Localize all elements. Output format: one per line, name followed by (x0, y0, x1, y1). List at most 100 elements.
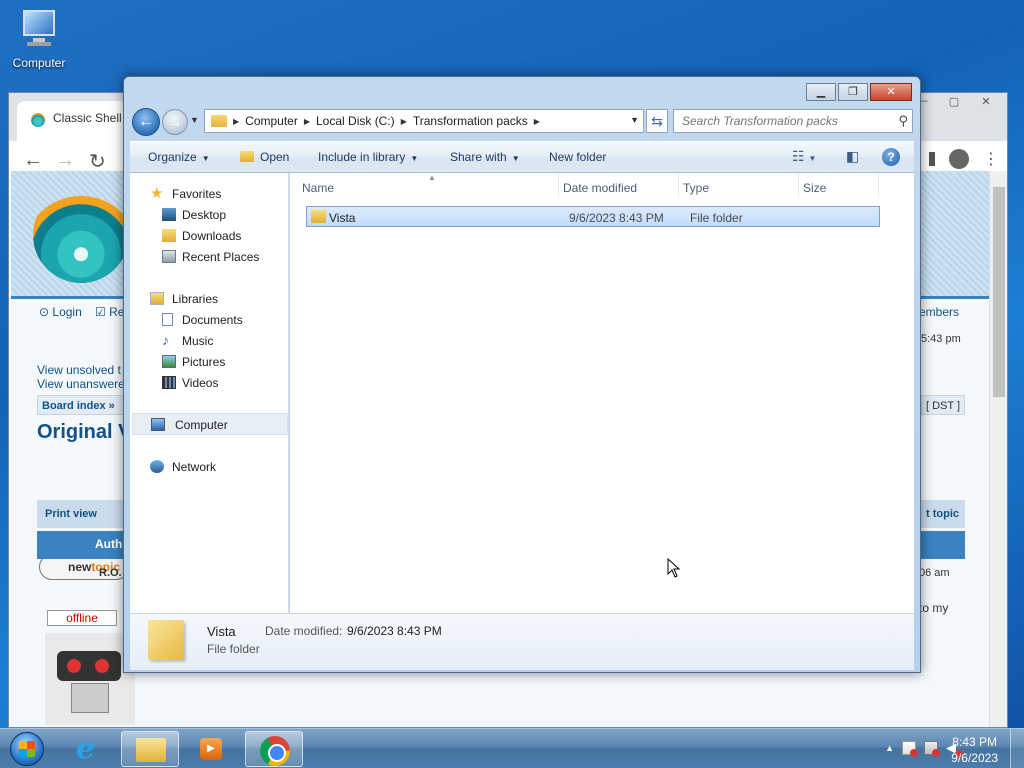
libraries-icon (150, 292, 164, 305)
search-box[interactable]: ⚲ (673, 109, 913, 133)
taskbar-windows-explorer[interactable] (121, 731, 179, 767)
clock[interactable]: 8:43 PM 9/6/2023 (951, 734, 998, 766)
change-view-icon[interactable]: ☷ ▼ (792, 148, 816, 165)
browser-tab-title: Classic Shell (53, 111, 122, 125)
search-input[interactable] (674, 110, 884, 132)
members-link[interactable]: embers (919, 305, 959, 319)
nav-pictures-label: Pictures (182, 355, 226, 369)
nav-music-label: Music (182, 334, 214, 348)
navigation-pane: ★ Favorites Desktop Downloads Recent Pla… (130, 173, 289, 613)
user-avatar (45, 633, 135, 725)
network-icon (150, 460, 164, 473)
column-name[interactable]: Name (302, 181, 334, 195)
recent-pages-dropdown-icon[interactable]: ▼ (190, 115, 199, 125)
file-list[interactable]: Name ▲ Date modified Type Size Vista 9/6… (290, 173, 914, 613)
folder-icon (211, 115, 227, 127)
open-button[interactable]: Open (240, 150, 289, 164)
share-with-button[interactable]: Share with ▼ (450, 150, 520, 164)
nav-recent-places[interactable]: Recent Places (130, 246, 288, 267)
folder-icon (311, 210, 326, 223)
login-link[interactable]: ⊙ Login (39, 305, 82, 319)
browser-scrollbar[interactable] (989, 171, 1007, 727)
post-topic-link[interactable]: t topic (926, 508, 959, 520)
close-button[interactable]: ✕ (870, 83, 912, 101)
taskbar-chrome[interactable] (245, 731, 303, 767)
post-time-text: 06 am (919, 567, 950, 579)
address-bar[interactable]: ▶ Computer ▶ Local Disk (C:) ▶ Transform… (204, 109, 644, 133)
browser-profile-icon[interactable] (949, 149, 969, 169)
videos-icon (162, 376, 176, 389)
help-button[interactable]: ? (882, 148, 900, 166)
post-author-name[interactable]: R.O. (99, 567, 122, 579)
nav-videos[interactable]: Videos (130, 372, 288, 393)
search-icon[interactable]: ⚲ (898, 113, 908, 129)
nav-documents-label: Documents (182, 313, 243, 327)
chrome-icon (260, 736, 290, 766)
music-icon: ♪ (162, 332, 169, 348)
view-unsolved-link[interactable]: View unsolved t (37, 363, 121, 377)
topic-title: Original V (37, 421, 132, 443)
system-tray: ▲ ◀ (885, 741, 963, 758)
nav-computer[interactable]: Computer (132, 413, 288, 435)
column-type[interactable]: Type (683, 181, 709, 195)
address-dropdown-icon[interactable]: ▼ (630, 115, 639, 125)
browser-close-icon[interactable]: ✕ (971, 95, 1001, 109)
nav-pictures[interactable]: Pictures (130, 351, 288, 372)
star-icon: ★ (150, 185, 164, 202)
taskbar-internet-explorer[interactable]: e (60, 731, 118, 767)
taskbar-media-player[interactable]: ▶ (182, 731, 240, 767)
desktop-icon-computer[interactable]: Computer (6, 8, 72, 70)
start-button[interactable] (4, 729, 48, 768)
explorer-folder-icon (136, 738, 166, 762)
breadcrumb-local-disk[interactable]: Local Disk (C:) (310, 114, 401, 128)
post-body-text: to my (919, 601, 949, 615)
browser-tab[interactable]: Classic Shell (17, 101, 127, 141)
organize-button[interactable]: Organize ▼ (148, 150, 210, 164)
taskbar: e ▶ ▲ ◀ 8:43 PM 9/6/2023 (0, 728, 1024, 768)
nav-music[interactable]: ♪ Music (130, 330, 288, 351)
nav-libraries[interactable]: Libraries (130, 288, 288, 309)
breadcrumb-transformation-packs[interactable]: Transformation packs (407, 114, 534, 128)
browser-maximize-icon[interactable]: ▢ (939, 95, 969, 109)
column-date-modified[interactable]: Date modified (563, 181, 637, 195)
clock-date: 9/6/2023 (951, 751, 998, 765)
preview-pane-icon[interactable]: ◧ (846, 148, 859, 165)
register-link[interactable]: ☑ Re (95, 305, 124, 319)
nav-network[interactable]: Network (130, 456, 288, 477)
nav-documents[interactable]: Documents (130, 309, 288, 330)
recent-places-icon (162, 250, 176, 263)
include-in-library-button[interactable]: Include in library ▼ (318, 150, 418, 164)
explorer-window[interactable]: ▁ ❐ ✕ ← → ▼ ▶ Computer ▶ Local Disk (C:)… (123, 76, 921, 673)
nav-downloads[interactable]: Downloads (130, 225, 288, 246)
details-date-value: 9/6/2023 8:43 PM (347, 624, 442, 638)
maximize-button[interactable]: ❐ (838, 83, 868, 101)
file-row-vista[interactable]: Vista 9/6/2023 8:43 PM File folder (306, 206, 880, 227)
nav-favorites[interactable]: ★ Favorites (130, 183, 288, 204)
open-folder-icon (240, 151, 254, 162)
back-button[interactable]: ← (132, 108, 160, 136)
browser-extension-icon[interactable] (929, 152, 935, 166)
desktop-icon (162, 208, 176, 221)
board-index-link[interactable]: Board index » (37, 395, 127, 415)
minimize-button[interactable]: ▁ (806, 83, 836, 101)
print-view-link[interactable]: Print view (45, 508, 97, 520)
breadcrumb-computer[interactable]: Computer (239, 114, 304, 128)
action-center-flag-icon[interactable] (902, 741, 918, 757)
show-desktop-button[interactable] (1010, 729, 1024, 768)
view-unanswered-link[interactable]: View unanswere (37, 377, 125, 391)
nav-desktop[interactable]: Desktop (130, 204, 288, 225)
file-type: File folder (690, 211, 743, 225)
details-type: File folder (207, 642, 260, 656)
dst-label: [ DST ] (921, 395, 965, 415)
computer-icon (151, 418, 165, 431)
forward-button[interactable]: → (162, 109, 188, 135)
breadcrumb-arrow-icon[interactable]: ▶ (534, 117, 540, 126)
new-folder-button[interactable]: New folder (549, 150, 606, 164)
column-size[interactable]: Size (803, 181, 826, 195)
network-status-icon[interactable] (924, 741, 940, 757)
browser-forward-icon[interactable]: → (55, 149, 75, 172)
show-hidden-icons-icon[interactable]: ▲ (885, 743, 894, 753)
refresh-icon[interactable]: ⇆ (646, 109, 668, 133)
browser-menu-icon[interactable]: ⋮ (983, 149, 999, 169)
browser-back-icon[interactable]: ← (23, 149, 43, 172)
